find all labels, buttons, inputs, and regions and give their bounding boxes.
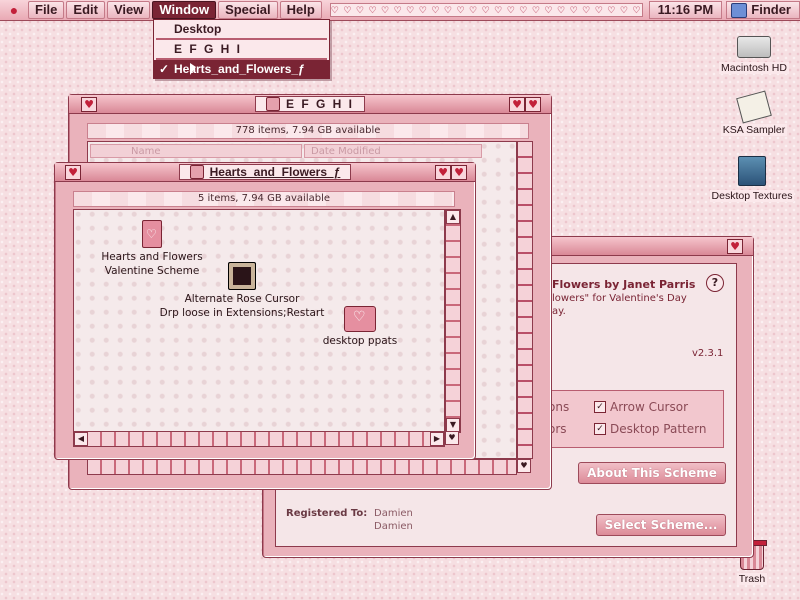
window-menu-dropdown: Desktop E F G H I ✓ Hearts_and_Flowers_ƒ (153, 19, 330, 79)
folder-icon (189, 165, 204, 179)
window-title: Hearts_and_Flowers_ƒ (178, 164, 352, 180)
window-title-text: Hearts_and_Flowers_ƒ (209, 165, 341, 179)
window-title-text: E F G H I (285, 97, 354, 111)
window-menu-item-efghi[interactable]: E F G H I (154, 40, 329, 58)
desktop-icon-label: KSA Sampler (720, 124, 788, 136)
menu-clock[interactable]: 11:16 PM (648, 1, 723, 19)
menu-item-label: E F G H I (174, 42, 243, 56)
window-menu-item-desktop[interactable]: Desktop (154, 20, 329, 38)
menu-item-label: Desktop (174, 22, 222, 36)
efghi-window-titlebar[interactable]: ♥ E F G H I ♥ ♥ (69, 95, 551, 114)
collapse-heart-icon[interactable]: ♥ (451, 165, 467, 180)
rose-cursor-icon (228, 262, 256, 290)
menu-special[interactable]: Special (218, 1, 278, 19)
registered-to-label: Registered To: (286, 508, 368, 519)
hearts-window-titlebar[interactable]: ♥ Hearts_and_Flowers_ƒ ♥ ♥ (55, 163, 475, 182)
menu-view[interactable]: View (106, 1, 151, 19)
window-info-bar: 5 items, 7.94 GB available (73, 191, 455, 207)
desktop-icon-label: Macintosh HD (719, 62, 789, 74)
icon-desktop-ppats[interactable]: desktop ppats (320, 306, 400, 348)
column-header-date-modified[interactable]: Date Modified (304, 144, 482, 158)
menu-edit[interactable]: Edit (66, 1, 105, 19)
checkmark-icon: ✓ (159, 62, 170, 76)
scroll-up-arrow-icon[interactable]: ▲ (446, 210, 460, 224)
vertical-scrollbar[interactable]: ▲ ▼ (445, 209, 461, 433)
finder-icon (731, 2, 748, 18)
icon-alternate-rose-cursor[interactable]: Alternate Rose Cursor Drp loose in Exten… (158, 262, 326, 320)
select-scheme-button[interactable]: Select Scheme... (596, 514, 726, 536)
close-heart-icon[interactable]: ♥ (65, 165, 81, 180)
collapse-heart-icon[interactable]: ♥ (525, 97, 541, 112)
desktop-icon-macintosh-hd[interactable]: Macintosh HD (712, 36, 796, 74)
ksa-sampler-icon (736, 90, 772, 124)
scheme-subtitle: lowers" for Valentine's Day (552, 293, 687, 304)
application-name: Finder (751, 2, 791, 17)
scroll-down-arrow-icon[interactable]: ▼ (446, 418, 460, 432)
menu-bar: ● File Edit View Window Special Help ♡ ♡… (0, 0, 800, 21)
window-info-bar: 778 items, 7.94 GB available (87, 123, 529, 139)
checkbox-checked-icon: ✓ (594, 401, 606, 413)
checkbox-label: Arrow Cursor (610, 400, 689, 414)
close-heart-icon[interactable]: ♥ (81, 97, 97, 112)
zoom-heart-icon[interactable]: ♥ (509, 97, 525, 112)
resize-heart-icon[interactable]: ♥ (445, 431, 459, 445)
column-header-name[interactable]: Name (90, 144, 302, 158)
hearts-and-flowers-window: ♥ Hearts_and_Flowers_ƒ ♥ ♥ 5 items, 7.94… (54, 162, 476, 460)
registered-organization: Damien (374, 521, 413, 532)
scheme-subtitle-continued: ay. (552, 306, 566, 317)
hearts-decoration: ♡ ♡ ♡ ♡ ♡ ♡ ♡ ♡ ♡ ♡ ♡ ♡ ♡ ♡ ♡ ♡ ♡ ♡ ♡ ♡ … (329, 3, 643, 17)
heart-folder-icon (344, 306, 376, 332)
zoom-heart-icon[interactable]: ♥ (435, 165, 451, 180)
arrow-cursor-checkbox[interactable]: ✓ Arrow Cursor (594, 400, 688, 414)
scheme-version: v2.3.1 (692, 348, 724, 359)
checkbox-checked-icon: ✓ (594, 423, 606, 435)
menu-window[interactable]: Window (152, 1, 217, 19)
desktop-icon-desktop-textures[interactable]: Desktop Textures (704, 156, 800, 202)
icon-label-line2: Drp loose in Extensions;Restart (159, 307, 325, 319)
vertical-scrollbar[interactable] (517, 141, 533, 459)
about-scheme-button[interactable]: About This Scheme (578, 462, 726, 484)
desktop-textures-icon (738, 156, 766, 186)
horizontal-scrollbar[interactable]: ◀ ▶ (73, 431, 445, 447)
scroll-left-arrow-icon[interactable]: ◀ (74, 432, 88, 446)
desktop-pattern-checkbox[interactable]: ✓ Desktop Pattern (594, 422, 706, 436)
scheme-title: Flowers by Janet Parris (552, 278, 696, 291)
horizontal-scrollbar[interactable] (87, 459, 517, 475)
menu-help[interactable]: Help (279, 1, 322, 19)
apple-icon[interactable]: ● (0, 1, 28, 19)
help-button[interactable]: ? (706, 274, 724, 292)
hard-disk-icon (737, 36, 771, 58)
hearts-icon-view: Hearts and Flowers Valentine Scheme Alte… (73, 209, 445, 433)
desktop-icon-label: Desktop Textures (709, 190, 795, 202)
zoom-heart-icon[interactable]: ♥ (727, 239, 743, 254)
window-title: E F G H I (254, 96, 365, 112)
registered-name: Damien (374, 508, 413, 519)
window-menu-item-hearts-and-flowers[interactable]: ✓ Hearts_and_Flowers_ƒ (154, 60, 329, 78)
scheme-options-group (536, 390, 724, 448)
checkbox-label: Desktop Pattern (610, 422, 707, 436)
resize-heart-icon[interactable]: ♥ (517, 459, 531, 473)
desktop-icon-label: Trash (736, 573, 768, 585)
desktop-icon-ksa-sampler[interactable]: KSA Sampler (712, 90, 796, 136)
icon-label-line1: desktop ppats (322, 335, 398, 347)
icon-label-line1: Alternate Rose Cursor (184, 293, 300, 305)
folder-icon (265, 97, 280, 111)
menu-file[interactable]: File (28, 1, 65, 19)
scheme-document-icon (142, 220, 162, 248)
pointer-cursor-icon (190, 63, 196, 75)
application-menu[interactable]: Finder (726, 1, 800, 19)
scroll-right-arrow-icon[interactable]: ▶ (430, 432, 444, 446)
